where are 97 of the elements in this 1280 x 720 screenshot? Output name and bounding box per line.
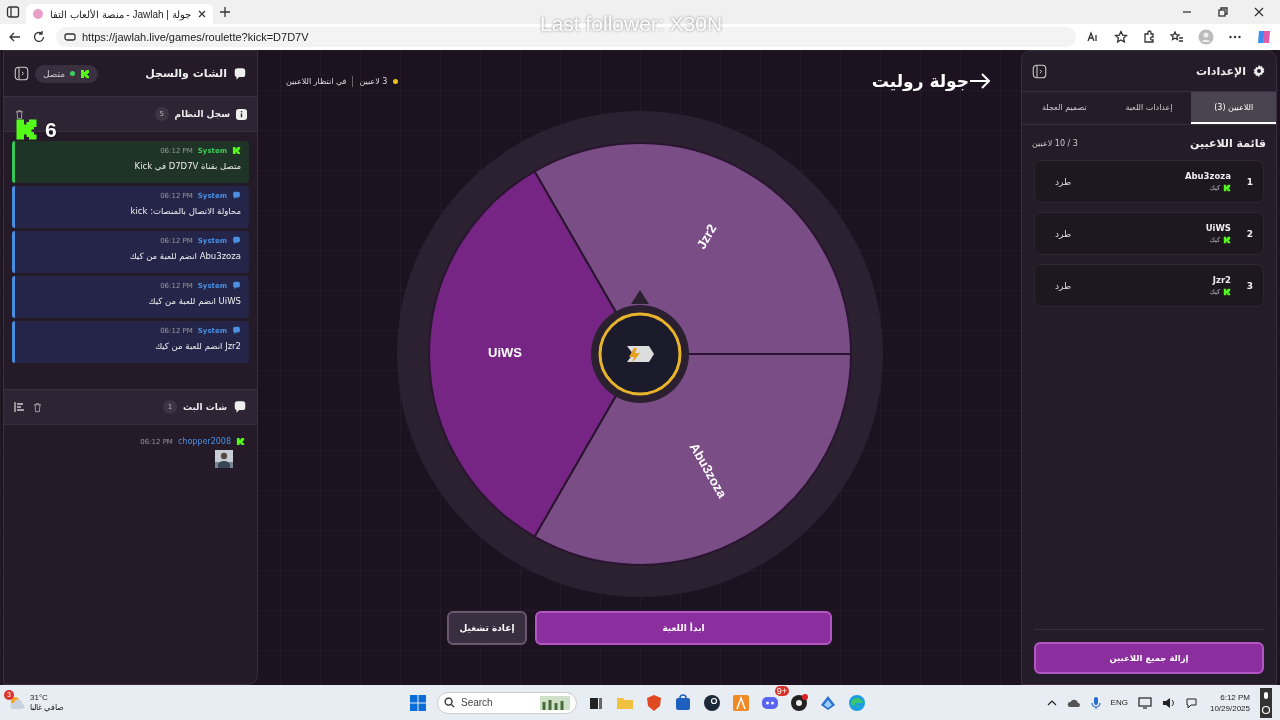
language-indicator[interactable]: ENG [1110, 698, 1128, 707]
start-game-button[interactable]: ابدأ اللعبة [535, 611, 832, 645]
system-icon [232, 281, 241, 290]
kick-logo-icon [14, 117, 39, 142]
back-icon[interactable] [8, 30, 22, 44]
trash-icon[interactable] [14, 108, 25, 120]
kick-logo-icon [236, 437, 245, 446]
log-message: محاولة الاتصال بالمنصات: kick [129, 206, 241, 216]
player-name: UiWS [1205, 223, 1231, 233]
log-message: UiWS انضم للعبة من كيك [147, 296, 241, 306]
hub-logo-icon [590, 305, 689, 403]
chat-icon [233, 400, 247, 414]
close-icon[interactable] [196, 9, 207, 19]
clock-date[interactable]: 10/29/2025 [1209, 702, 1250, 714]
favorites-icon[interactable] [1170, 30, 1184, 44]
extensions-icon[interactable] [1142, 30, 1156, 44]
log-message: متصل بقناة D7D7V في Kick [133, 161, 241, 171]
microphone-icon[interactable] [1090, 695, 1101, 710]
volume-icon[interactable] [1161, 696, 1176, 709]
trash-icon[interactable] [32, 401, 43, 413]
shield-browser-icon[interactable] [644, 692, 664, 713]
notification-badge: 9+ [774, 685, 789, 696]
chat-username[interactable]: chopper2008 [177, 437, 231, 446]
start-icon[interactable] [408, 692, 428, 713]
tab-title: جولة | Jawlah - منصة الألعاب التفا [50, 8, 191, 20]
chat-bubble-icon[interactable] [1185, 696, 1200, 709]
system-icon [232, 326, 241, 335]
collapse-panel-icon[interactable] [1032, 63, 1047, 79]
info-icon [236, 108, 247, 120]
read-aloud-icon[interactable] [1086, 30, 1100, 44]
restart-button[interactable]: إعادة تشغيل [447, 611, 527, 645]
kick-logo-icon [80, 68, 91, 79]
status-text: متصل [43, 68, 66, 79]
log-message: Abu3zoza انضم للعبة من كيك [128, 251, 241, 261]
kick-logo-icon [232, 146, 241, 155]
arrow-icon[interactable] [969, 73, 991, 89]
player-capacity: 3 / 10 لاعبين [1032, 139, 1078, 148]
copilot-icon[interactable] [1256, 29, 1272, 45]
player-rank: 3 [1245, 280, 1253, 291]
player-name: Jzr2 [1211, 275, 1231, 285]
restore-icon[interactable] [1218, 7, 1228, 17]
refresh-icon[interactable] [32, 30, 46, 44]
weather-condition: صافي غالبا [30, 702, 65, 713]
notifications-icon[interactable] [1260, 687, 1272, 718]
section-title: سجل النظام [174, 109, 230, 119]
kick-logo-icon [1223, 184, 1231, 192]
kick-player-button[interactable]: طرد [1049, 227, 1078, 240]
edge-browser-icon[interactable] [847, 692, 867, 713]
game-status: في انتظار اللاعبين [286, 76, 347, 86]
site-info-icon [64, 31, 76, 43]
settings-icon [1252, 64, 1266, 78]
store-icon[interactable] [673, 692, 693, 713]
system-icon [232, 236, 241, 245]
section-title: شات البث [182, 402, 227, 412]
settings-tab[interactable]: اللاعبين (3) [1191, 92, 1276, 124]
favorite-star-icon[interactable] [1114, 30, 1128, 44]
align-icon[interactable] [14, 401, 26, 413]
panel-title: الشات والسجل [145, 67, 227, 80]
clock-time[interactable]: 6:12 PM [1220, 691, 1250, 703]
settings-tab[interactable]: تصميم العجلة [1022, 92, 1107, 124]
taskbar-search-field[interactable]: Search [437, 691, 577, 714]
kick-player-button[interactable]: طرد [1049, 279, 1078, 292]
panel-title: الإعدادات [1195, 64, 1246, 78]
search-placeholder: Search [461, 697, 493, 708]
list-title: قائمة اللاعبين [1190, 137, 1266, 150]
search-highlight-icon [540, 695, 570, 710]
page-title: جولة روليت [871, 71, 969, 91]
player-count: 3 لاعبين [359, 76, 388, 86]
network-icon[interactable] [1137, 696, 1152, 709]
new-tab-icon[interactable] [218, 6, 231, 18]
close-icon[interactable] [1254, 7, 1264, 17]
search-icon [444, 697, 455, 708]
remove-all-players-button[interactable]: إزالة جميع اللاعبين [1034, 642, 1264, 674]
counter-overlay-text: 6 [45, 117, 57, 142]
temperature: 31°C [30, 692, 49, 703]
player-name: Abu3zoza [1184, 171, 1231, 181]
url-text: https://jawlah.live/games/roulette?kick=D7D7V [82, 31, 309, 43]
weather-icon[interactable] [8, 694, 26, 711]
tab-actions-icon[interactable] [6, 5, 20, 19]
browser-tab[interactable]: جولة | Jawlah - منصة الألعاب التفا [26, 4, 213, 24]
settings-tab[interactable]: إعدادات اللعبة [1106, 92, 1192, 124]
recording-app-icon[interactable] [789, 692, 809, 713]
kick-player-button[interactable]: طرد [1049, 175, 1078, 188]
kick-logo-icon [1223, 288, 1231, 296]
address-bar[interactable]: https://jawlah.live/games/roulette?kick=D7D7V [56, 27, 1076, 47]
pointer-icon [630, 290, 649, 304]
log-message: Jzr2 انضم للعبة من كيك [154, 341, 241, 351]
player-rank: 2 [1245, 228, 1253, 239]
kick-logo-icon [1223, 236, 1231, 244]
steam-icon[interactable] [702, 692, 722, 713]
segment-label: UiWS [487, 345, 522, 361]
status-dot [393, 78, 399, 84]
system-icon [232, 191, 241, 200]
player-rank: 1 [1245, 176, 1253, 187]
favicon-icon [32, 8, 44, 20]
chat-icon [233, 66, 247, 81]
collapse-panel-icon[interactable] [14, 66, 29, 81]
